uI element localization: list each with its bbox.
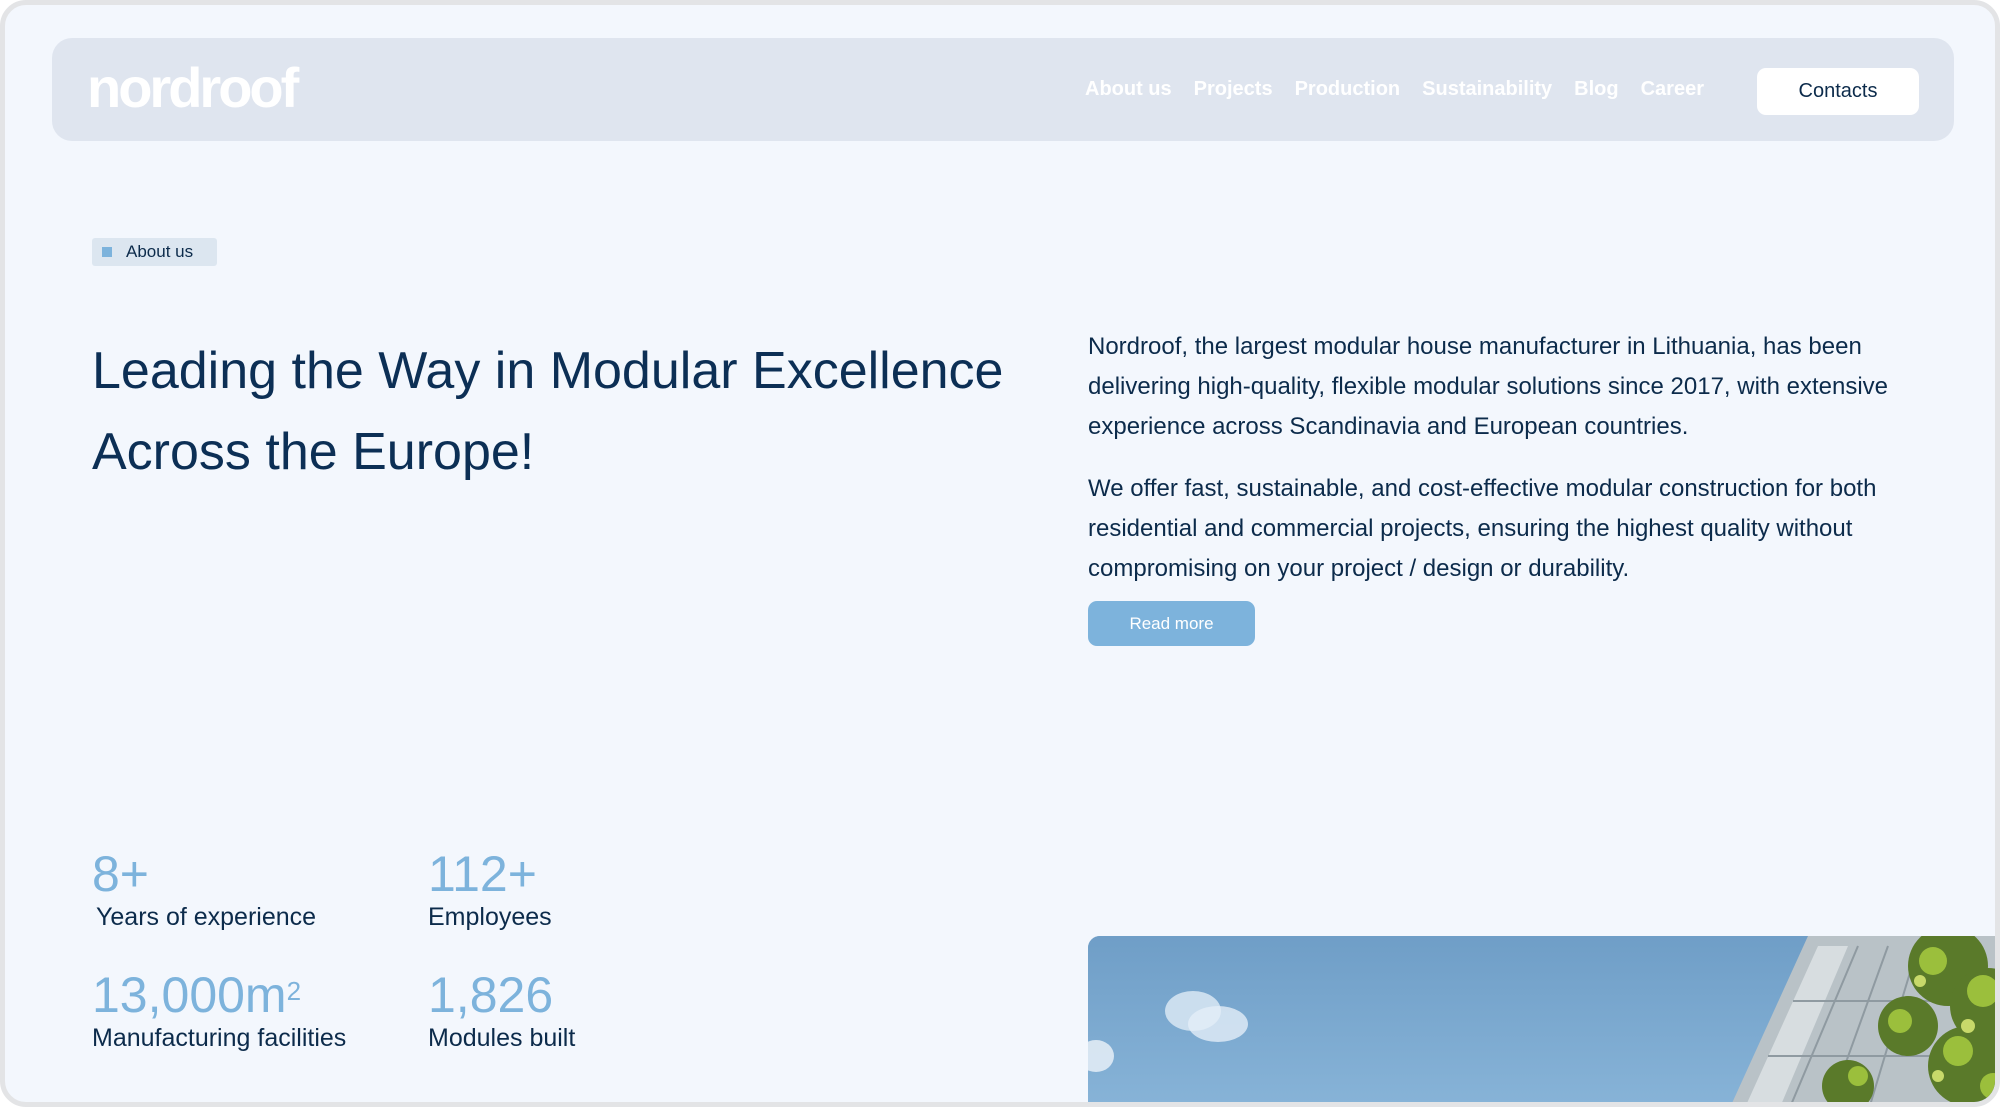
stat-employees: 112+ Employees bbox=[428, 849, 552, 932]
square-bullet-icon bbox=[102, 247, 112, 257]
stat-label: Manufacturing facilities bbox=[92, 1024, 347, 1052]
section-tag: About us bbox=[92, 238, 217, 266]
section-tag-label: About us bbox=[126, 242, 194, 261]
nav-about-us[interactable]: About us bbox=[1085, 78, 1172, 101]
stat-value: 13,000m2 bbox=[92, 967, 302, 1023]
stat-label: Modules built bbox=[428, 1024, 576, 1052]
nav-sustainability[interactable]: Sustainability bbox=[1422, 78, 1552, 101]
browser-frame: nordroof About us Projects Production Su… bbox=[0, 0, 2000, 1107]
nav-blog[interactable]: Blog bbox=[1574, 78, 1618, 101]
stat-value: 1,826 bbox=[428, 967, 554, 1023]
page-heading: Leading the Way in Modular Excellence Ac… bbox=[92, 342, 1004, 481]
stat-value: 8+ bbox=[92, 846, 150, 902]
stat-value: 112+ bbox=[428, 846, 537, 902]
nav-production[interactable]: Production bbox=[1295, 78, 1401, 101]
contacts-button[interactable]: Contacts bbox=[1757, 68, 1919, 115]
nav-projects[interactable]: Projects bbox=[1194, 78, 1273, 101]
site-header: nordroof About us Projects Production Su… bbox=[52, 38, 1954, 141]
nav-career[interactable]: Career bbox=[1641, 78, 1704, 101]
description-paragraph-2: We offer fast, sustainable, and cost-eff… bbox=[1088, 475, 1877, 582]
building-photo bbox=[1088, 936, 1995, 1102]
stat-label: Employees bbox=[428, 903, 552, 931]
stat-facilities: 13,000m2 Manufacturing facilities bbox=[92, 970, 346, 1053]
stat-label: Years of experience bbox=[96, 903, 317, 931]
description-paragraph-1: Nordroof, the largest modular house manu… bbox=[1088, 333, 1888, 440]
read-more-button[interactable]: Read more bbox=[1088, 601, 1255, 646]
about-description: Nordroof, the largest modular house manu… bbox=[1088, 327, 1928, 611]
nordroof-logo[interactable]: nordroof bbox=[87, 60, 299, 116]
stat-modules: 1,826 Modules built bbox=[428, 970, 575, 1053]
stat-experience: 8+ Years of experience bbox=[92, 849, 316, 932]
main-nav: About us Projects Production Sustainabil… bbox=[1085, 38, 1704, 141]
